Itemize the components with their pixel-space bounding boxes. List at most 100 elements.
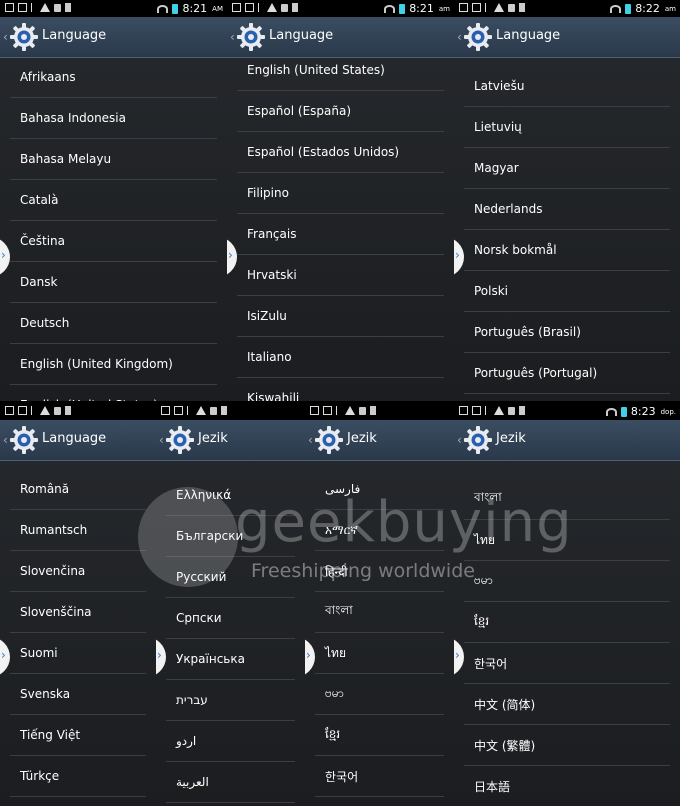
language-item[interactable]: Slovenčina (10, 551, 146, 592)
language-item[interactable]: Polski (464, 271, 670, 312)
gear-icon[interactable] (236, 22, 266, 52)
warning-icon (494, 406, 504, 415)
language-list[interactable]: Română Rumantsch Slovenčina Slovenščina Suom… (10, 469, 146, 797)
notification-icon (459, 406, 468, 415)
side-drawer-handle[interactable]: › (454, 237, 464, 277)
language-list[interactable]: English (United States) Español (España) E… (237, 50, 444, 401)
gear-icon[interactable] (9, 22, 39, 52)
language-item[interactable]: 中文 (繁體) (464, 725, 670, 766)
side-drawer-handle[interactable]: › (454, 637, 464, 677)
gear-icon[interactable] (165, 425, 195, 455)
notification-icon (5, 3, 14, 12)
language-item[interactable]: Suomi (10, 633, 146, 674)
language-item[interactable]: Rumantsch (10, 510, 146, 551)
language-item[interactable]: Bahasa Indonesia (10, 98, 217, 139)
language-item[interactable]: Ελληνικά (166, 475, 295, 516)
language-item[interactable]: Italiano (237, 337, 444, 378)
language-item[interactable]: ខ្មែរ (464, 602, 670, 643)
language-item[interactable]: Hrvatski (237, 255, 444, 296)
language-item[interactable]: Latviešu (464, 66, 670, 107)
language-item[interactable]: English (United States) (10, 385, 217, 401)
language-item[interactable]: বাংলা (464, 479, 670, 520)
notification-icon (5, 406, 14, 415)
status-time: 8:21 (409, 2, 434, 15)
language-item[interactable]: Tiếng Việt (10, 715, 146, 756)
language-item[interactable]: ខ្មែរ (315, 715, 444, 756)
notification-icon (18, 406, 27, 415)
language-list[interactable]: বাংলা ไทย ဗမာ ខ្មែរ 한국어 中文 (简体) 中文 (繁體) 日本語 (464, 479, 670, 806)
language-item[interactable]: Deutsch (10, 303, 217, 344)
language-item[interactable]: Svenska (10, 674, 146, 715)
chevron-right-icon: › (1, 248, 6, 262)
chevron-left-icon[interactable]: ‹ (230, 30, 235, 44)
language-item[interactable]: Українська (166, 639, 295, 680)
side-drawer-handle[interactable]: › (305, 637, 315, 677)
language-item[interactable]: 한국어 (464, 643, 670, 684)
side-drawer-handle[interactable]: › (0, 237, 10, 277)
action-bar: ‹ Language (454, 17, 680, 58)
language-item[interactable]: ဗမာ (315, 674, 444, 715)
sd-card-icon (221, 406, 227, 415)
chevron-left-icon[interactable]: ‹ (159, 433, 164, 447)
language-item[interactable]: Magyar (464, 148, 670, 189)
language-item[interactable]: বাংলা (315, 592, 444, 633)
language-item[interactable]: English (United Kingdom) (10, 344, 217, 385)
language-item[interactable]: 中文 (简体) (464, 684, 670, 725)
language-item[interactable]: English (United States) (237, 50, 444, 91)
language-item[interactable]: ဗမာ (464, 561, 670, 602)
language-item[interactable]: العربية (166, 762, 295, 803)
language-item[interactable]: Norsk bokmål (464, 230, 670, 271)
gear-icon[interactable] (9, 425, 39, 455)
gear-icon[interactable] (314, 425, 344, 455)
language-item[interactable]: اردو (166, 721, 295, 762)
language-item[interactable]: Dansk (10, 262, 217, 303)
side-drawer-handle[interactable]: › (156, 637, 166, 677)
language-item[interactable]: Español (España) (237, 91, 444, 132)
language-item[interactable]: Türkçe (10, 756, 146, 797)
language-item[interactable]: 日本語 (464, 766, 670, 806)
language-item[interactable]: Português (Portugal) (464, 353, 670, 394)
status-time: 8:22 (635, 2, 660, 15)
chevron-left-icon[interactable]: ‹ (3, 433, 8, 447)
chevron-left-icon[interactable]: ‹ (308, 433, 313, 447)
language-item[interactable]: ไทย (464, 520, 670, 561)
language-item[interactable]: Français (237, 214, 444, 255)
chevron-left-icon[interactable]: ‹ (457, 30, 462, 44)
side-drawer-handle[interactable]: › (227, 237, 237, 277)
language-item[interactable]: עברית (166, 680, 295, 721)
language-list[interactable]: Afrikaans Bahasa Indonesia Bahasa Melayu Ca… (10, 57, 217, 401)
usb-icon (485, 3, 490, 12)
language-item[interactable]: አማርኛ (315, 510, 444, 551)
chevron-left-icon[interactable]: ‹ (3, 30, 8, 44)
warning-icon (40, 3, 50, 12)
side-drawer-handle[interactable]: › (0, 637, 10, 677)
gear-icon[interactable] (463, 22, 493, 52)
language-item[interactable]: Slovenščina (10, 592, 146, 633)
language-item[interactable]: Bahasa Melayu (10, 139, 217, 180)
language-item[interactable]: Português (Brasil) (464, 312, 670, 353)
language-item[interactable]: Afrikaans (10, 57, 217, 98)
language-item[interactable]: 한국어 (315, 756, 444, 797)
language-item[interactable]: Català (10, 180, 217, 221)
language-item[interactable]: हिन्दी (315, 551, 444, 592)
language-list[interactable]: Latviešu Lietuvių Magyar Nederlands Norsk bo… (464, 66, 670, 394)
language-item[interactable]: Kiswahili (237, 378, 444, 401)
language-item[interactable]: Српски (166, 598, 295, 639)
language-item[interactable]: Español (Estados Unidos) (237, 132, 444, 173)
status-bar (0, 403, 156, 420)
language-item[interactable]: Filipino (237, 173, 444, 214)
language-item[interactable]: فارسی (315, 469, 444, 510)
chevron-right-icon: › (157, 648, 162, 662)
language-item[interactable]: Română (10, 469, 146, 510)
chevron-left-icon[interactable]: ‹ (457, 433, 462, 447)
language-item[interactable]: Lietuvių (464, 107, 670, 148)
language-item[interactable]: IsiZulu (237, 296, 444, 337)
language-list[interactable]: فارسی አማርኛ हिन्दी বাংলা ไทย ဗမာ ខ្មែរ 한국어 (315, 469, 444, 797)
language-list[interactable]: Ελληνικά Български Русский Српски Українська… (166, 475, 295, 803)
language-item[interactable]: ไทย (315, 633, 444, 674)
language-item[interactable]: Čeština (10, 221, 217, 262)
language-item[interactable]: Български (166, 516, 295, 557)
language-item[interactable]: Русский (166, 557, 295, 598)
gear-icon[interactable] (463, 425, 493, 455)
language-item[interactable]: Nederlands (464, 189, 670, 230)
